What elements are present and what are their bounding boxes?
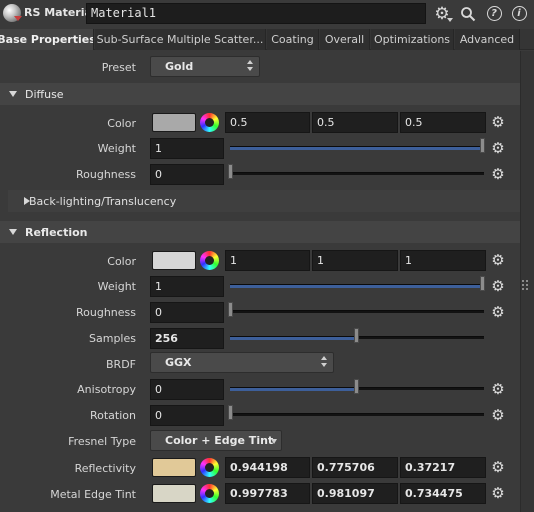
expand-arrow-icon bbox=[24, 197, 30, 205]
gear-menu-arrow-icon[interactable] bbox=[447, 18, 453, 22]
section-back-lighting[interactable]: Back-lighting/Translucency bbox=[8, 190, 520, 212]
tab-optimizations[interactable]: Optimizations bbox=[371, 29, 454, 50]
reflection-roughness-field[interactable]: 0 bbox=[150, 302, 224, 323]
diffuse-weight-field[interactable]: 1 bbox=[150, 138, 224, 159]
reflection-roughness-label: Roughness bbox=[75, 306, 136, 319]
gear-icon[interactable]: ⚙ bbox=[489, 165, 507, 183]
gear-icon[interactable]: ⚙ bbox=[489, 277, 507, 295]
node-name-field[interactable]: Material1 bbox=[86, 3, 426, 24]
gear-icon[interactable]: ⚙ bbox=[489, 406, 507, 424]
slider-handle[interactable] bbox=[480, 276, 485, 291]
diffuse-color-b[interactable]: 0.5 bbox=[400, 112, 486, 133]
reflection-rotation-field[interactable]: 0 bbox=[150, 405, 224, 426]
slider-handle[interactable] bbox=[354, 379, 359, 394]
slider-handle[interactable] bbox=[354, 328, 359, 343]
gear-icon[interactable]: ⚙ bbox=[489, 139, 507, 157]
reflectivity-g[interactable]: 0.775706 bbox=[312, 457, 398, 478]
section-diffuse[interactable]: Diffuse bbox=[0, 83, 520, 105]
reflection-weight-field[interactable]: 1 bbox=[150, 276, 224, 297]
fresnel-type-dropdown[interactable]: Color + Edge Tint bbox=[150, 430, 282, 451]
reflection-roughness-slider[interactable] bbox=[230, 310, 484, 313]
gear-icon[interactable]: ⚙ bbox=[489, 458, 507, 476]
brdf-value: GGX bbox=[165, 356, 192, 369]
reflection-anisotropy-field[interactable]: 0 bbox=[150, 379, 224, 400]
reflection-color-r[interactable]: 1 bbox=[225, 250, 310, 271]
slider-handle[interactable] bbox=[228, 405, 233, 420]
fresnel-type-label: Fresnel Type bbox=[68, 435, 136, 448]
chevron-down-icon bbox=[271, 439, 277, 444]
gear-icon[interactable]: ⚙ bbox=[489, 303, 507, 321]
preset-label: Preset bbox=[101, 61, 136, 74]
reflection-anisotropy-label: Anisotropy bbox=[77, 383, 136, 396]
info-glyph: i bbox=[511, 6, 527, 21]
reflection-color-label: Color bbox=[107, 255, 136, 268]
diffuse-color-swatch[interactable] bbox=[152, 113, 196, 132]
reflectivity-b[interactable]: 0.37217 bbox=[400, 457, 486, 478]
metal-edge-tint-r[interactable]: 0.997783 bbox=[225, 483, 310, 504]
resize-grip-icon[interactable] bbox=[522, 280, 530, 292]
metal-edge-tint-b[interactable]: 0.734475 bbox=[400, 483, 486, 504]
reflection-color-g[interactable]: 1 bbox=[312, 250, 398, 271]
fresnel-type-value: Color + Edge Tint bbox=[165, 434, 274, 447]
diffuse-color-g[interactable]: 0.5 bbox=[312, 112, 398, 133]
reflection-weight-slider[interactable] bbox=[230, 284, 484, 288]
section-reflection[interactable]: Reflection bbox=[0, 221, 520, 243]
slider-handle[interactable] bbox=[480, 138, 485, 153]
reflection-rotation-slider[interactable] bbox=[230, 413, 484, 416]
tab-sub-surface[interactable]: Sub-Surface Multiple Scatter... bbox=[95, 29, 266, 50]
tab-coating[interactable]: Coating bbox=[267, 29, 319, 50]
color-wheel-icon[interactable] bbox=[200, 251, 219, 270]
reflection-color-b[interactable]: 1 bbox=[400, 250, 486, 271]
dropdown-arrows-icon bbox=[247, 59, 255, 73]
help-glyph: ? bbox=[486, 6, 502, 21]
reflectivity-swatch[interactable] bbox=[152, 458, 196, 477]
diffuse-weight-slider[interactable] bbox=[230, 146, 484, 150]
reflection-color-swatch[interactable] bbox=[152, 251, 196, 270]
color-wheel-icon[interactable] bbox=[200, 484, 219, 503]
reflection-weight-label: Weight bbox=[97, 280, 136, 293]
preset-value: Gold bbox=[165, 60, 194, 73]
collapse-arrow-icon bbox=[9, 229, 17, 235]
slider-handle[interactable] bbox=[228, 164, 233, 179]
diffuse-color-r[interactable]: 0.5 bbox=[225, 112, 310, 133]
collapse-arrow-icon bbox=[9, 91, 17, 97]
color-wheel-icon[interactable] bbox=[200, 113, 219, 132]
diffuse-roughness-field[interactable]: 0 bbox=[150, 164, 224, 185]
metal-edge-tint-swatch[interactable] bbox=[152, 484, 196, 503]
section-title: Back-lighting/Translucency bbox=[29, 194, 177, 208]
gear-icon[interactable]: ⚙ bbox=[489, 251, 507, 269]
reflectivity-r[interactable]: 0.944198 bbox=[225, 457, 310, 478]
diffuse-color-label: Color bbox=[107, 117, 136, 130]
reflection-samples-field[interactable]: 256 bbox=[150, 328, 224, 349]
slider-handle[interactable] bbox=[228, 302, 233, 317]
metal-edge-tint-g[interactable]: 0.981097 bbox=[312, 483, 398, 504]
diffuse-weight-label: Weight bbox=[97, 142, 136, 155]
reflectivity-label: Reflectivity bbox=[74, 462, 136, 475]
info-icon[interactable]: i bbox=[509, 4, 529, 23]
section-title: Diffuse bbox=[25, 87, 64, 101]
search-icon[interactable] bbox=[458, 4, 478, 23]
brdf-dropdown[interactable]: GGX bbox=[150, 352, 334, 373]
section-title: Reflection bbox=[25, 225, 88, 239]
node-type-marker-icon bbox=[14, 16, 22, 21]
diffuse-roughness-label: Roughness bbox=[75, 168, 136, 181]
gear-icon[interactable]: ⚙ bbox=[489, 484, 507, 502]
reflection-brdf-label: BRDF bbox=[106, 358, 136, 371]
preset-dropdown[interactable]: Gold bbox=[150, 56, 260, 77]
reflection-samples-label: Samples bbox=[89, 332, 136, 345]
dropdown-arrows-icon bbox=[321, 355, 329, 369]
metal-edge-tint-label: Metal Edge Tint bbox=[50, 488, 136, 501]
tab-advanced[interactable]: Advanced bbox=[455, 29, 520, 50]
gear-icon[interactable]: ⚙ bbox=[489, 113, 507, 131]
reflection-rotation-label: Rotation bbox=[89, 409, 136, 422]
diffuse-roughness-slider[interactable] bbox=[230, 172, 484, 175]
tab-overall[interactable]: Overall bbox=[320, 29, 370, 50]
tab-base-properties[interactable]: Base Properties bbox=[0, 29, 94, 50]
gear-icon[interactable]: ⚙ bbox=[489, 380, 507, 398]
node-type-label: RS Material bbox=[24, 6, 96, 19]
help-icon[interactable]: ? bbox=[484, 4, 504, 23]
color-wheel-icon[interactable] bbox=[200, 458, 219, 477]
